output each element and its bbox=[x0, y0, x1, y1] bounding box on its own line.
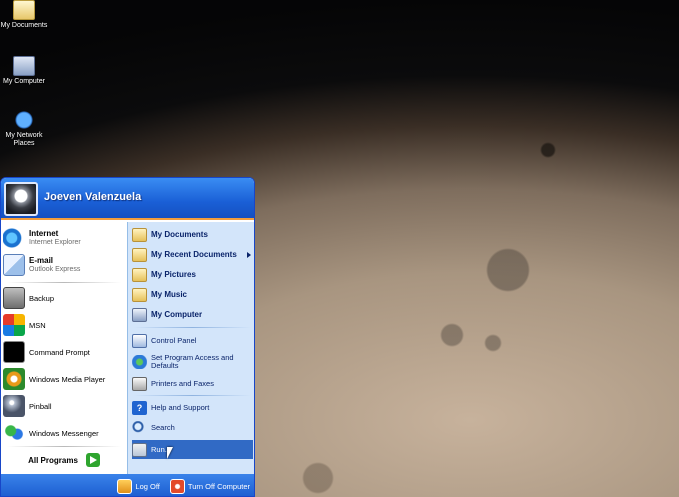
recent-item-pinball[interactable]: Pinball bbox=[3, 394, 125, 418]
user-name: Joeven Valenzuela bbox=[44, 191, 142, 203]
start-menu-left-pane: Internet Internet Explorer E-mail Outloo… bbox=[1, 222, 127, 474]
pinned-item-title: Internet bbox=[29, 229, 59, 238]
menu-item-label: Control Panel bbox=[151, 336, 197, 345]
run-icon bbox=[132, 442, 147, 457]
network-icon bbox=[13, 110, 35, 130]
recent-item-windows-messenger[interactable]: Windows Messenger bbox=[3, 421, 125, 445]
menu-item-label: Search bbox=[151, 423, 175, 432]
messenger-icon bbox=[3, 422, 25, 444]
recent-item-windows-media-player[interactable]: Windows Media Player bbox=[3, 367, 125, 391]
menu-item-help-and-support[interactable]: ? Help and Support bbox=[132, 398, 253, 417]
menu-item-label: Printers and Faxes bbox=[151, 379, 214, 388]
divider bbox=[7, 282, 121, 283]
recent-item-command-prompt[interactable]: Command Prompt bbox=[3, 340, 125, 364]
computer-icon bbox=[132, 307, 147, 322]
divider bbox=[134, 395, 251, 396]
recent-documents-icon bbox=[132, 247, 147, 262]
menu-item-printers-and-faxes[interactable]: Printers and Faxes bbox=[132, 374, 253, 393]
control-panel-icon bbox=[132, 333, 147, 348]
printer-icon bbox=[132, 376, 147, 391]
menu-item-control-panel[interactable]: Control Panel bbox=[132, 331, 253, 350]
menu-item-set-program-access[interactable]: Set Program Access and Defaults bbox=[132, 351, 253, 373]
pinned-item-email[interactable]: E-mail Outlook Express bbox=[3, 253, 125, 277]
recent-item-label: Windows Messenger bbox=[29, 428, 99, 438]
menu-item-my-computer[interactable]: My Computer bbox=[132, 305, 253, 324]
power-icon bbox=[169, 478, 185, 494]
pinned-item-subtitle: Internet Explorer bbox=[29, 239, 81, 246]
recent-item-label: Pinball bbox=[29, 401, 52, 411]
internet-explorer-icon bbox=[3, 227, 25, 249]
menu-item-label: My Computer bbox=[151, 310, 203, 319]
all-programs-label: All Programs bbox=[28, 455, 78, 465]
backup-icon bbox=[3, 287, 25, 309]
menu-item-label: My Music bbox=[151, 290, 188, 299]
menu-item-my-pictures[interactable]: My Pictures bbox=[132, 265, 253, 284]
pinball-icon bbox=[3, 395, 25, 417]
music-folder-icon bbox=[132, 287, 147, 302]
turn-off-label: Turn Off Computer bbox=[187, 481, 250, 491]
desktop-icon-my-network-places[interactable]: My Network Places bbox=[0, 110, 48, 148]
pictures-folder-icon bbox=[132, 267, 147, 282]
recent-item-msn[interactable]: MSN bbox=[3, 313, 125, 337]
menu-item-my-documents[interactable]: My Documents bbox=[132, 225, 253, 244]
mouse-cursor-icon bbox=[167, 447, 173, 459]
pinned-item-subtitle: Outlook Express bbox=[29, 266, 81, 273]
menu-item-run[interactable]: Run... bbox=[132, 440, 253, 459]
desktop-icon-label: My Documents bbox=[0, 22, 48, 29]
all-programs-button[interactable]: All Programs bbox=[1, 446, 127, 474]
media-player-icon bbox=[3, 368, 25, 390]
desktop-icon-label: My Network Places bbox=[5, 132, 43, 147]
divider bbox=[134, 327, 251, 328]
desktop-icon-my-documents[interactable]: My Documents bbox=[0, 0, 48, 30]
msn-butterfly-icon bbox=[3, 314, 25, 336]
menu-item-my-music[interactable]: My Music bbox=[132, 285, 253, 304]
recent-item-label: Command Prompt bbox=[29, 347, 90, 357]
computer-icon bbox=[13, 56, 35, 76]
folder-icon bbox=[13, 0, 35, 20]
menu-item-label: Set Program Access and Defaults bbox=[151, 353, 234, 370]
help-icon: ? bbox=[132, 400, 147, 415]
menu-item-my-recent-documents[interactable]: My Recent Documents bbox=[132, 245, 253, 264]
key-icon bbox=[117, 478, 133, 494]
menu-item-label: My Documents bbox=[151, 230, 208, 239]
program-access-icon bbox=[132, 355, 147, 369]
start-menu-right-pane: My Documents My Recent Documents My Pict… bbox=[127, 222, 254, 474]
start-menu-footer: Log Off Turn Off Computer bbox=[1, 474, 254, 496]
pinned-item-internet[interactable]: Internet Internet Explorer bbox=[3, 226, 125, 250]
folder-icon bbox=[132, 227, 147, 242]
log-off-label: Log Off bbox=[135, 481, 160, 491]
menu-item-label: Help and Support bbox=[151, 403, 210, 412]
desktop-icon-label: My Computer bbox=[2, 78, 45, 85]
log-off-button[interactable]: Log Off bbox=[117, 478, 160, 494]
recent-item-backup[interactable]: Backup bbox=[3, 286, 125, 310]
recent-item-label: MSN bbox=[29, 320, 46, 330]
search-icon bbox=[132, 420, 147, 435]
desktop-icon-my-computer[interactable]: My Computer bbox=[0, 56, 48, 86]
start-menu-header: Joeven Valenzuela bbox=[1, 178, 254, 220]
submenu-arrow-icon bbox=[247, 251, 251, 258]
arrow-right-icon bbox=[85, 453, 100, 467]
menu-item-search[interactable]: Search bbox=[132, 418, 253, 437]
menu-item-label: My Pictures bbox=[151, 270, 196, 279]
start-menu: Joeven Valenzuela Internet Internet Expl… bbox=[0, 177, 255, 497]
recent-item-label: Backup bbox=[29, 293, 55, 303]
pinned-item-title: E-mail bbox=[29, 256, 54, 265]
recent-item-label: Windows Media Player bbox=[29, 374, 106, 384]
avatar[interactable] bbox=[4, 182, 38, 216]
turn-off-button[interactable]: Turn Off Computer bbox=[169, 478, 250, 494]
command-prompt-icon bbox=[3, 341, 25, 363]
menu-item-label: My Recent Documents bbox=[151, 250, 237, 259]
email-icon bbox=[3, 254, 25, 276]
